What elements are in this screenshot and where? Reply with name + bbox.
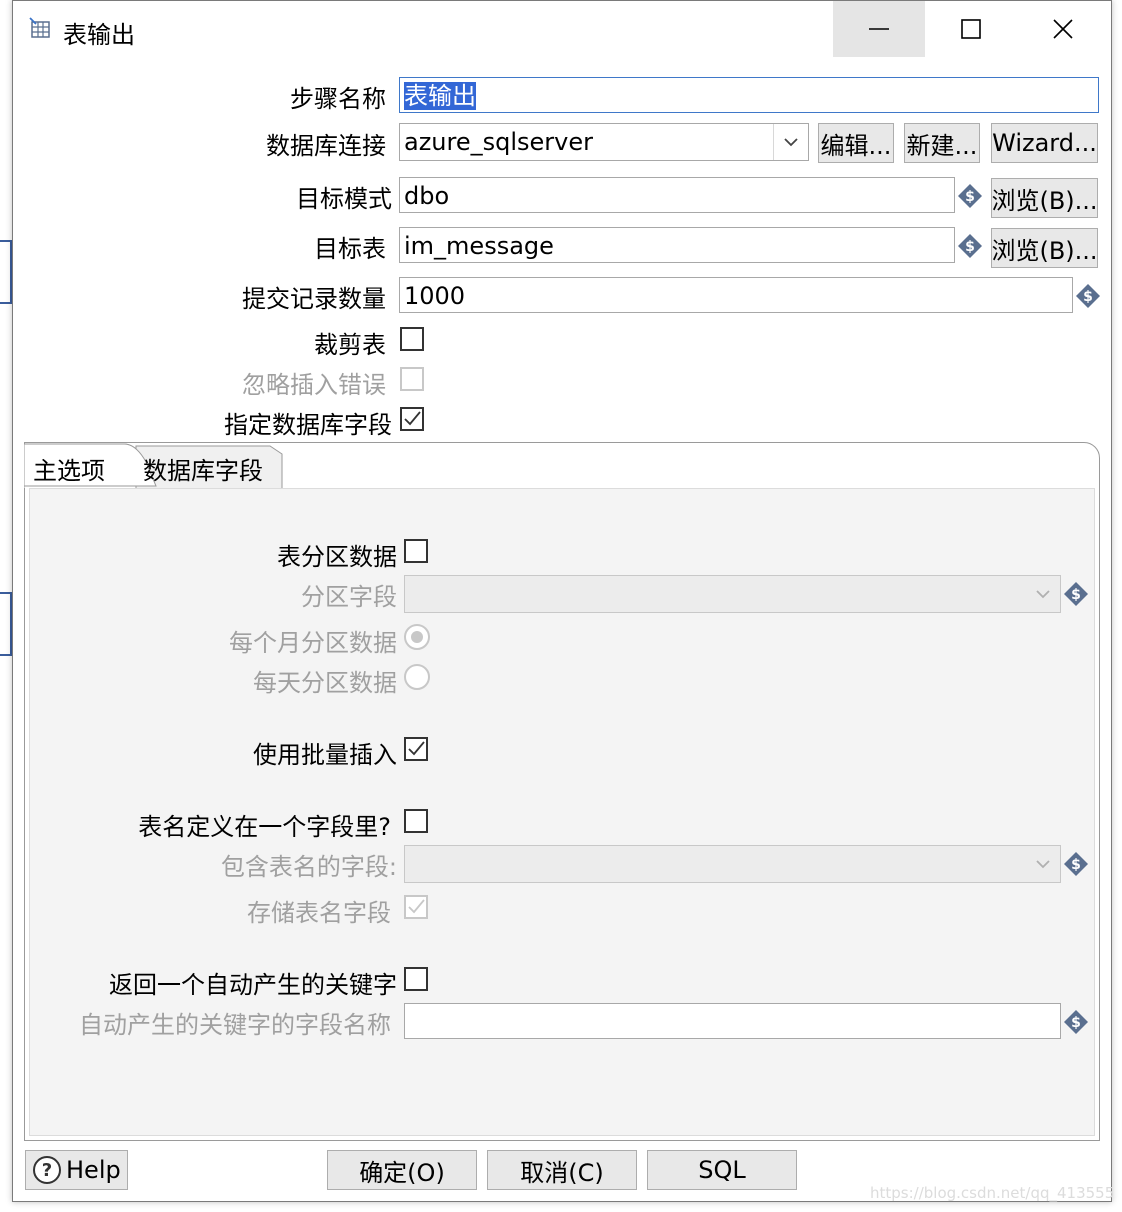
variable-icon[interactable]: $ bbox=[1063, 851, 1089, 877]
checkmark-icon bbox=[408, 899, 425, 914]
minimize-icon bbox=[869, 28, 889, 30]
table-name-field-select[interactable] bbox=[404, 845, 1061, 883]
checkmark-icon bbox=[404, 411, 421, 426]
specify-fields-checkbox[interactable] bbox=[400, 407, 424, 431]
partition-field-label: 分区字段 bbox=[301, 583, 397, 611]
help-icon: ? bbox=[33, 1156, 61, 1184]
minimize-button[interactable] bbox=[833, 1, 925, 57]
title-bar: 表输出 bbox=[13, 1, 1111, 59]
daily-partition-label: 每天分区数据 bbox=[253, 669, 397, 697]
background-step-fragment-2 bbox=[0, 592, 12, 656]
edit-connection-button[interactable]: 编辑... bbox=[818, 123, 894, 163]
table-output-dialog: 表输出 步骤名称 表输出 数据库连接 azure_sqlserver 编辑...… bbox=[12, 0, 1112, 1202]
batch-insert-label: 使用批量插入 bbox=[253, 741, 397, 769]
chevron-down-icon[interactable] bbox=[1026, 576, 1060, 612]
key-field-input[interactable] bbox=[404, 1003, 1061, 1039]
browse-schema-button[interactable]: 浏览(B)... bbox=[991, 178, 1098, 218]
batch-insert-checkbox[interactable] bbox=[404, 737, 428, 761]
table-output-icon bbox=[29, 17, 51, 39]
truncate-checkbox[interactable] bbox=[400, 327, 424, 351]
monthly-partition-label: 每个月分区数据 bbox=[229, 629, 397, 657]
store-table-field-label: 存储表名字段 bbox=[247, 899, 391, 927]
chevron-down-icon[interactable] bbox=[1026, 846, 1060, 882]
target-table-input[interactable]: im_message bbox=[399, 227, 955, 263]
svg-text:$: $ bbox=[1083, 289, 1093, 305]
target-schema-label: 目标模式 bbox=[296, 185, 392, 213]
watermark: https://blog.csdn.net/qq_41355565 bbox=[870, 1184, 1115, 1202]
return-key-label: 返回一个自动产生的关键字 bbox=[109, 971, 397, 999]
svg-text:$: $ bbox=[1071, 857, 1081, 873]
partition-checkbox[interactable] bbox=[404, 539, 428, 563]
key-field-label: 自动产生的关键字的字段名称 bbox=[79, 1011, 391, 1039]
store-table-field-checkbox[interactable] bbox=[404, 895, 428, 919]
checkmark-icon bbox=[408, 741, 425, 756]
svg-text:$: $ bbox=[965, 239, 975, 255]
new-connection-button[interactable]: 新建... bbox=[904, 123, 980, 163]
target-table-label: 目标表 bbox=[314, 235, 386, 263]
table-in-field-checkbox[interactable] bbox=[404, 809, 428, 833]
daily-partition-radio[interactable] bbox=[404, 664, 430, 690]
return-key-checkbox[interactable] bbox=[404, 967, 428, 991]
svg-text:$: $ bbox=[965, 189, 975, 205]
step-name-value: 表输出 bbox=[404, 82, 476, 110]
close-button[interactable] bbox=[1017, 1, 1109, 57]
svg-text:$: $ bbox=[1071, 1015, 1081, 1031]
ignore-errors-label: 忽略插入错误 bbox=[242, 371, 386, 399]
maximize-icon bbox=[961, 19, 981, 39]
truncate-label: 裁剪表 bbox=[314, 331, 386, 359]
close-icon bbox=[1053, 19, 1073, 39]
browse-table-button[interactable]: 浏览(B)... bbox=[991, 228, 1098, 268]
chevron-down-icon[interactable] bbox=[773, 124, 808, 160]
background-step-fragment-1 bbox=[0, 240, 12, 304]
help-button[interactable]: ? Help bbox=[25, 1150, 128, 1190]
tab-database-fields[interactable]: 数据库字段 bbox=[143, 451, 263, 486]
table-name-field-label: 包含表名的字段: bbox=[220, 853, 397, 881]
target-schema-input[interactable]: dbo bbox=[399, 177, 955, 213]
db-connection-value: azure_sqlserver bbox=[404, 128, 593, 156]
ignore-errors-checkbox[interactable] bbox=[400, 367, 424, 391]
db-connection-label: 数据库连接 bbox=[266, 132, 386, 160]
maximize-button[interactable] bbox=[925, 1, 1017, 57]
variable-icon[interactable]: $ bbox=[957, 183, 983, 209]
step-name-label: 步骤名称 bbox=[290, 85, 386, 113]
specify-fields-label: 指定数据库字段 bbox=[224, 411, 392, 439]
db-connection-select[interactable]: azure_sqlserver bbox=[399, 123, 809, 161]
variable-icon[interactable]: $ bbox=[957, 233, 983, 259]
commit-size-label: 提交记录数量 bbox=[242, 285, 386, 313]
variable-icon[interactable]: $ bbox=[1063, 1009, 1089, 1035]
wizard-button[interactable]: Wizard... bbox=[991, 123, 1098, 163]
window-title: 表输出 bbox=[63, 21, 135, 49]
cancel-button[interactable]: 取消(C) bbox=[487, 1150, 637, 1190]
commit-size-input[interactable]: 1000 bbox=[399, 277, 1073, 313]
step-name-input[interactable]: 表输出 bbox=[399, 77, 1099, 113]
svg-text:?: ? bbox=[42, 1160, 52, 1181]
monthly-partition-radio[interactable] bbox=[404, 624, 430, 650]
variable-icon[interactable]: $ bbox=[1063, 581, 1089, 607]
ok-button[interactable]: 确定(O) bbox=[327, 1150, 477, 1190]
variable-icon[interactable]: $ bbox=[1075, 283, 1101, 309]
table-in-field-label: 表名定义在一个字段里? bbox=[138, 813, 391, 841]
svg-text:$: $ bbox=[1071, 587, 1081, 603]
partition-label: 表分区数据 bbox=[277, 543, 397, 571]
help-label: Help bbox=[66, 1156, 121, 1184]
sql-button[interactable]: SQL bbox=[647, 1150, 797, 1190]
partition-field-select[interactable] bbox=[404, 575, 1061, 613]
tab-main-options[interactable]: 主选项 bbox=[33, 451, 105, 486]
